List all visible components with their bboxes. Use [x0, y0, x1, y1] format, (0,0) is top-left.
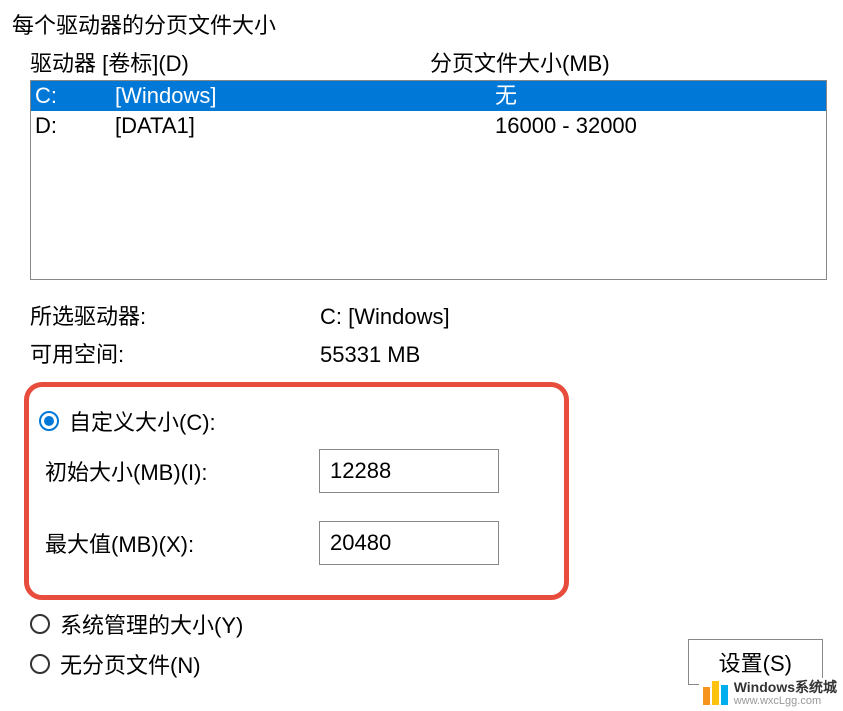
- initial-size-input[interactable]: [319, 449, 499, 493]
- watermark-logo-icon: [703, 681, 728, 705]
- initial-size-label: 初始大小(MB)(I):: [39, 455, 319, 487]
- radio-icon: [39, 411, 59, 431]
- radio-system-managed[interactable]: 系统管理的大小(Y): [30, 608, 827, 640]
- selected-drive-label: 所选驱动器:: [30, 298, 320, 336]
- section-title: 每个驱动器的分页文件大小: [12, 8, 827, 40]
- drive-list[interactable]: C: [Windows] 无 D: [DATA1] 16000 - 32000: [30, 80, 827, 280]
- free-space-label: 可用空间:: [30, 336, 320, 374]
- drive-letter: C:: [35, 81, 115, 111]
- selected-drive-value: C: [Windows]: [320, 298, 827, 336]
- free-space-value: 55331 MB: [320, 336, 827, 374]
- drive-letter: D:: [35, 111, 115, 141]
- radio-custom-size[interactable]: 自定义大小(C):: [39, 405, 554, 437]
- radio-label: 自定义大小(C):: [69, 405, 216, 437]
- radio-icon: [30, 654, 50, 674]
- drive-row[interactable]: D: [DATA1] 16000 - 32000: [31, 111, 826, 141]
- column-header-size: 分页文件大小(MB): [430, 46, 827, 78]
- highlight-box: 自定义大小(C): 初始大小(MB)(I): 最大值(MB)(X):: [24, 382, 569, 600]
- watermark-url: www.wxcLgg.com: [734, 695, 837, 707]
- column-header-drive: 驱动器 [卷标](D): [30, 46, 430, 78]
- drive-size: 无: [495, 81, 822, 111]
- drive-label: [DATA1]: [115, 111, 495, 141]
- watermark: Windows系统城 www.wxcLgg.com: [699, 678, 841, 709]
- max-size-label: 最大值(MB)(X):: [39, 527, 319, 559]
- watermark-title: Windows系统城: [734, 680, 837, 695]
- radio-label: 无分页文件(N): [60, 648, 201, 680]
- radio-label: 系统管理的大小(Y): [60, 608, 243, 640]
- drive-size: 16000 - 32000: [495, 111, 822, 141]
- drive-label: [Windows]: [115, 81, 495, 111]
- radio-icon: [30, 614, 50, 634]
- drive-row[interactable]: C: [Windows] 无: [31, 81, 826, 111]
- max-size-input[interactable]: [319, 521, 499, 565]
